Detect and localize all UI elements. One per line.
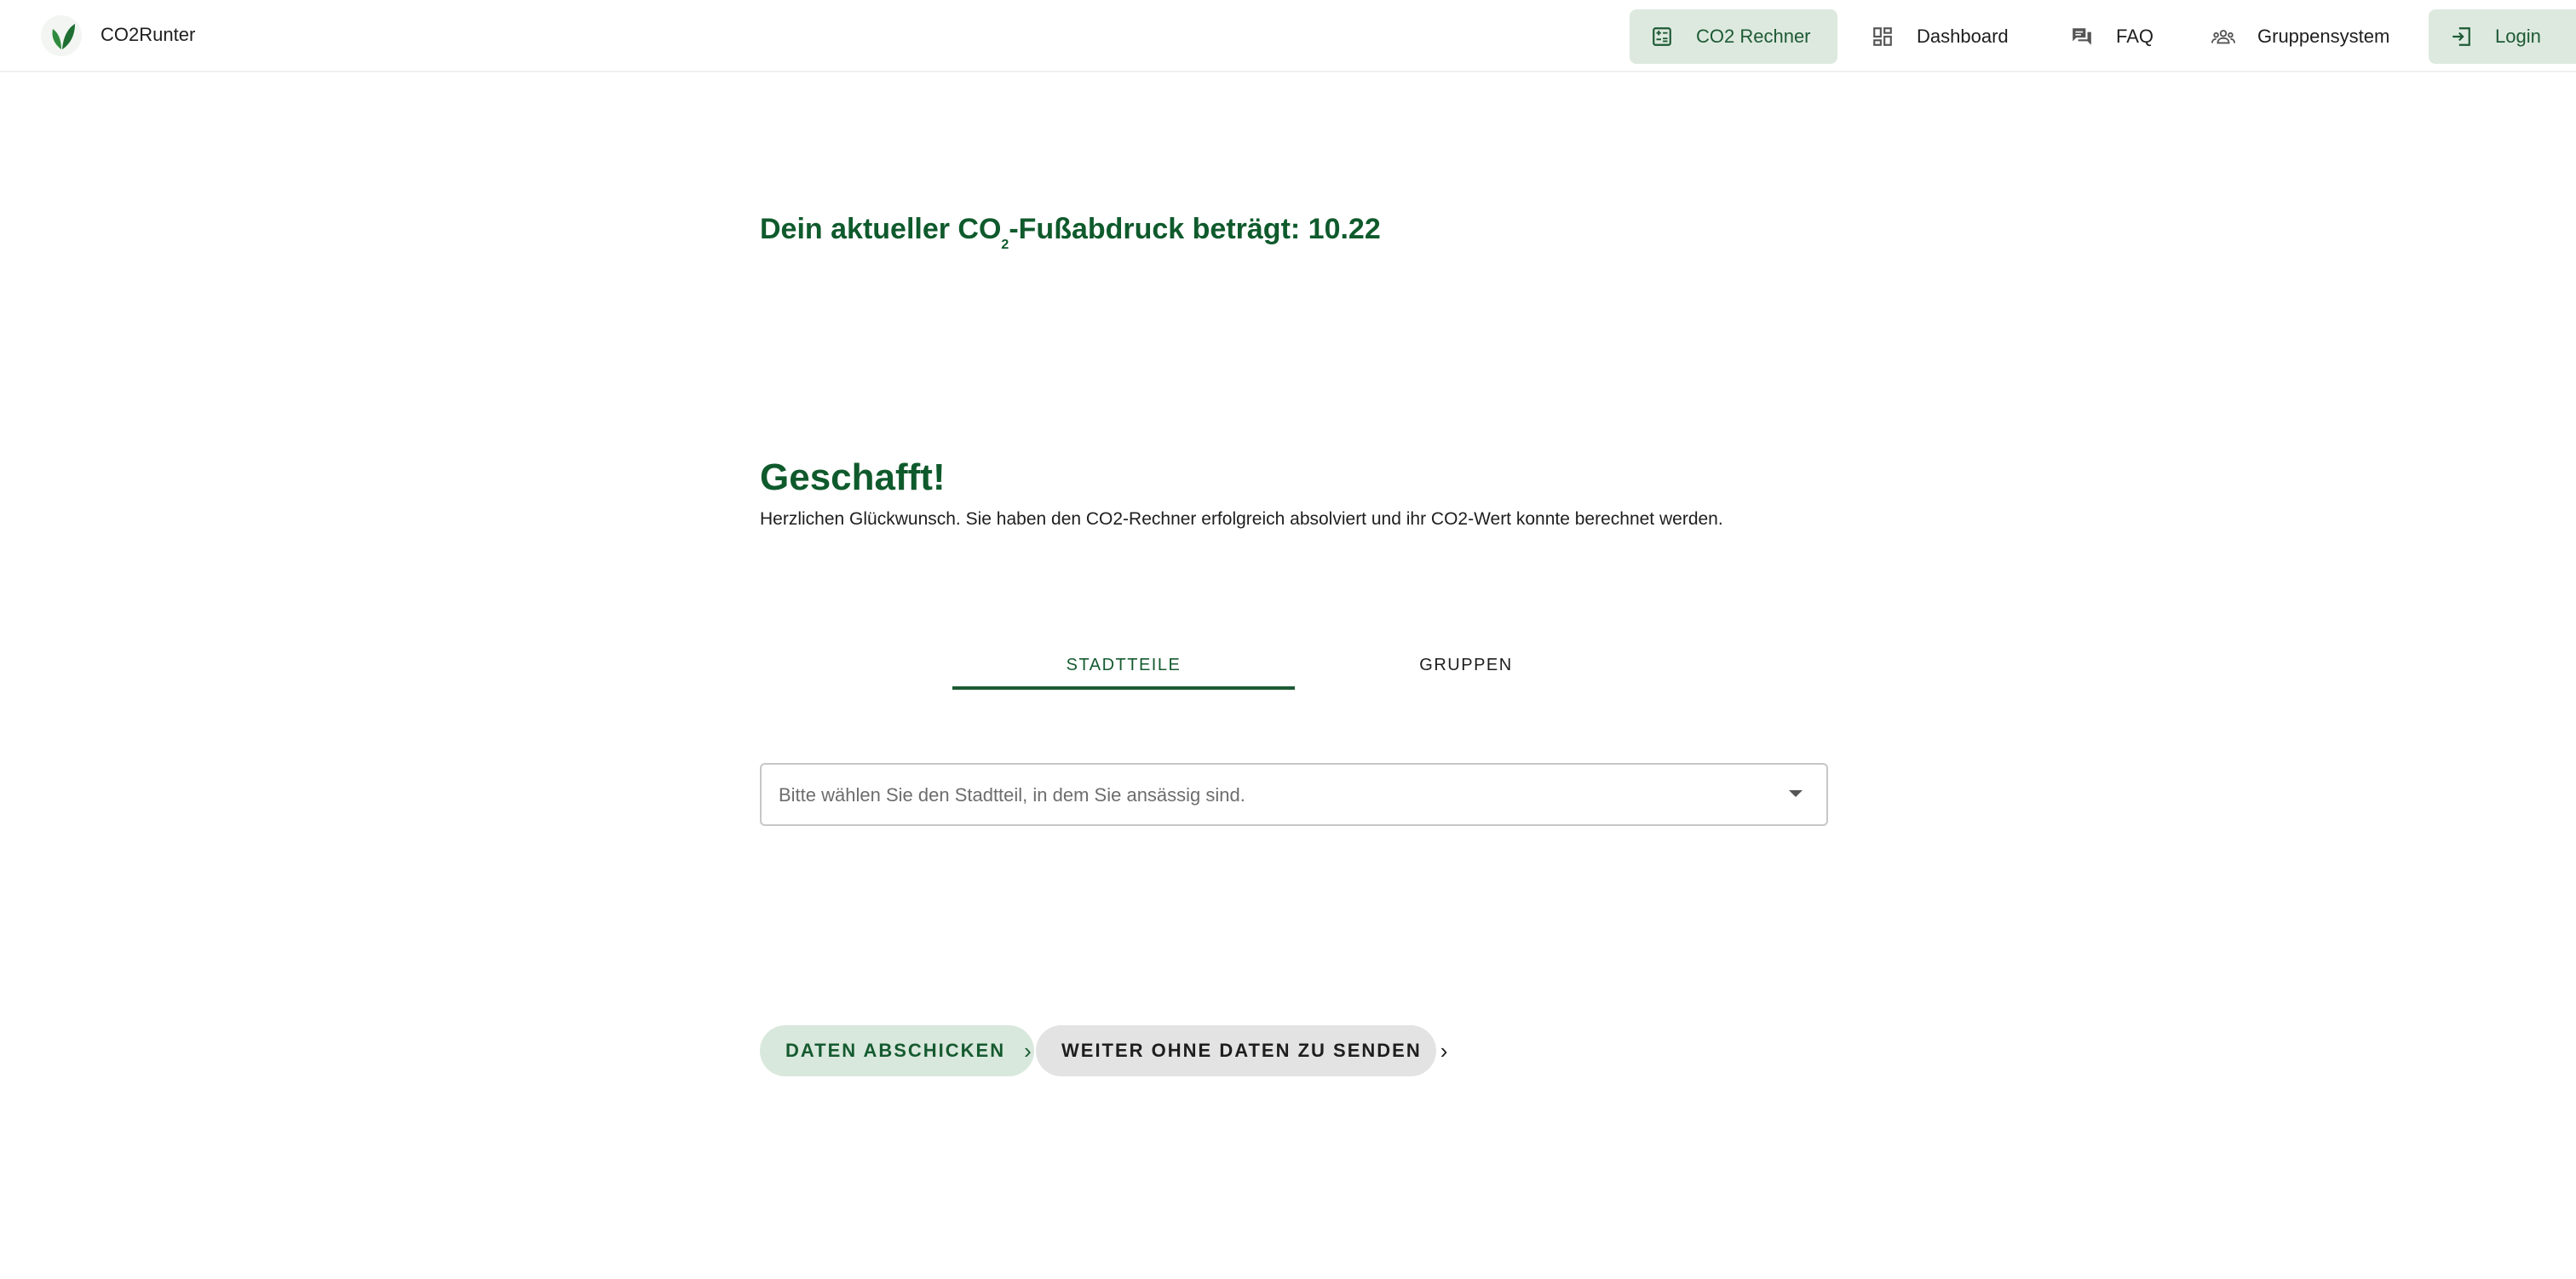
nav-label: Gruppensystem bbox=[2257, 26, 2390, 47]
district-select[interactable]: Bitte wählen Sie den Stadtteil, in dem S… bbox=[760, 763, 1828, 826]
co2-footprint-result: Dein aktueller CO2-Fußabdruck beträgt: 1… bbox=[760, 213, 1381, 253]
nav-label: Dashboard bbox=[1917, 26, 2009, 47]
tab-stadtteile[interactable]: STADTTEILE bbox=[952, 640, 1295, 690]
dashboard-icon bbox=[1871, 25, 1895, 49]
calculator-icon bbox=[1650, 25, 1674, 49]
nav-label: CO2 Rechner bbox=[1696, 26, 1811, 47]
nav-label: Login bbox=[2495, 26, 2541, 47]
login-icon bbox=[2449, 25, 2473, 49]
result-subscript: 2 bbox=[1001, 238, 1009, 252]
continue-without-sending-button[interactable]: WEITER OHNE DATEN ZU SENDEN › bbox=[1036, 1025, 1447, 1076]
tab-gruppen[interactable]: GRUPPEN bbox=[1295, 640, 1637, 690]
chevron-right-icon: › bbox=[1440, 1037, 1450, 1064]
completion-message: Herzlichen Glückwunsch. Sie haben den CO… bbox=[760, 509, 1723, 529]
nav-faq[interactable]: FAQ bbox=[2050, 9, 2177, 64]
nav-gruppensystem[interactable]: Gruppensystem bbox=[2191, 9, 2411, 64]
brand-name[interactable]: CO2Runter bbox=[101, 24, 195, 46]
top-app-bar: CO2Runter CO2 Rechner Dashboard FAQ Grup… bbox=[0, 0, 2576, 72]
nav-dashboard[interactable]: Dashboard bbox=[1850, 9, 2036, 64]
groups-icon bbox=[2211, 25, 2235, 49]
send-data-button[interactable]: DATEN ABSCHICKEN › bbox=[760, 1025, 1034, 1076]
nav-login[interactable]: Login bbox=[2429, 9, 2576, 64]
arrow-drop-down-icon bbox=[1789, 790, 1803, 797]
send-data-label: DATEN ABSCHICKEN bbox=[785, 1040, 1006, 1061]
tab-bar: STADTTEILE GRUPPEN bbox=[952, 640, 1637, 690]
chevron-right-icon: › bbox=[1024, 1037, 1033, 1064]
forum-icon bbox=[2070, 25, 2094, 49]
result-suffix: -Fußabdruck beträgt: 10.22 bbox=[1009, 213, 1381, 245]
continue-without-sending-label: WEITER OHNE DATEN ZU SENDEN bbox=[1061, 1040, 1422, 1061]
result-prefix: Dein aktueller CO bbox=[760, 213, 1002, 245]
nav-co2-rechner[interactable]: CO2 Rechner bbox=[1630, 9, 1837, 64]
completion-title: Geschafft! bbox=[760, 456, 946, 498]
nav-label: FAQ bbox=[2116, 26, 2154, 47]
district-select-placeholder: Bitte wählen Sie den Stadtteil, in dem S… bbox=[779, 784, 1245, 806]
leaf-logo-icon[interactable] bbox=[41, 15, 82, 56]
